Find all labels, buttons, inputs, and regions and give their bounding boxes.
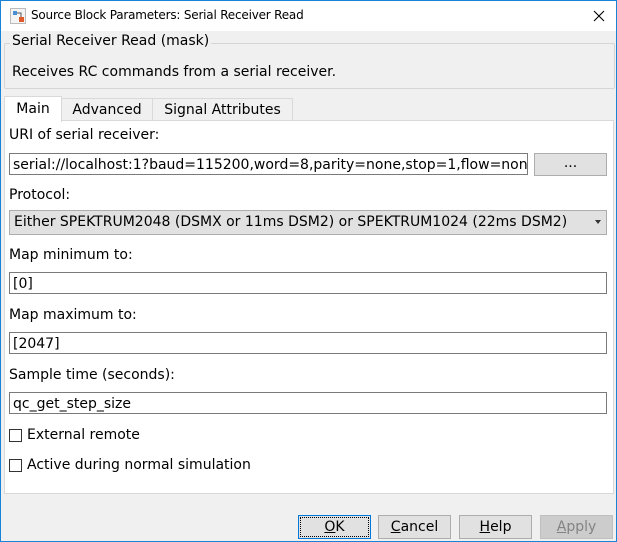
mask-description: Receives RC commands from a serial recei… [12,64,337,80]
map-max-label: Map maximum to: [9,307,137,323]
external-remote-checkbox[interactable] [9,428,22,442]
close-icon [593,10,605,22]
ok-button[interactable]: OK [298,515,371,539]
title-bar[interactable]: Source Block Parameters: Serial Receiver… [1,1,616,31]
external-remote-checkbox-row[interactable]: External remote [9,427,140,443]
close-button[interactable] [584,4,614,28]
help-mnemonic: H [479,519,491,535]
protocol-label: Protocol: [9,187,71,203]
uri-input[interactable]: serial://localhost:1?baud=115200,word=8,… [9,153,528,175]
mask-title: Serial Receiver Read (mask) [10,33,212,49]
external-remote-label: External remote [27,427,140,443]
sample-time-input[interactable]: qc_get_step_size [9,392,607,414]
protocol-dropdown[interactable]: Either SPEKTRUM2048 (DSMX or 11ms DSM2) … [9,210,607,235]
apply-label-rest: pply [566,519,597,535]
cancel-mnemonic: C [390,519,401,535]
tab-advanced[interactable]: Advanced [61,98,153,121]
help-button[interactable]: Help [459,515,532,539]
map-max-input[interactable]: [2047] [9,332,607,354]
browse-button[interactable]: ... [534,153,607,176]
simulink-block-icon [10,8,26,24]
tab-signal-attributes[interactable]: Signal Attributes [152,98,293,121]
active-normal-sim-label: Active during normal simulation [27,457,251,473]
apply-button[interactable]: Apply [540,515,613,539]
cancel-button[interactable]: Cancel [378,515,451,539]
active-normal-sim-checkbox-row[interactable]: Active during normal simulation [9,457,251,473]
help-label-rest: elp [490,519,512,535]
sample-time-label: Sample time (seconds): [9,367,175,383]
map-min-label: Map minimum to: [9,247,133,263]
dialog-window: Source Block Parameters: Serial Receiver… [0,0,617,542]
tab-main[interactable]: Main [4,96,62,122]
ok-label-rest: K [335,519,345,535]
apply-mnemonic: A [556,519,567,535]
cancel-label-rest: ancel [400,519,439,535]
protocol-selected-value: Either SPEKTRUM2048 (DSMX or 11ms DSM2) … [14,214,568,230]
map-min-input[interactable]: [0] [9,272,607,294]
active-normal-sim-checkbox[interactable] [9,458,22,472]
ok-mnemonic: O [324,519,336,535]
window-title: Source Block Parameters: Serial Receiver… [31,8,304,22]
chevron-down-icon [595,220,601,224]
uri-label: URI of serial receiver: [9,127,160,143]
